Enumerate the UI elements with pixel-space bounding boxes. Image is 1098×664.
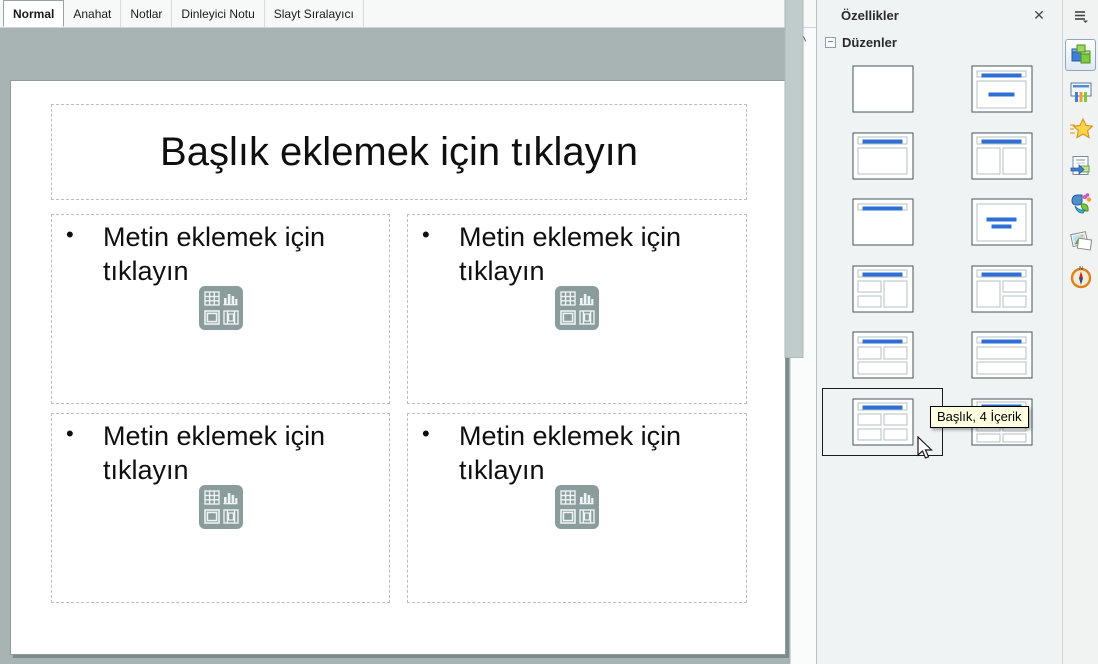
view-tab-bar: NormalAnahatNotlarDinleyici NotuSlayt Sı… xyxy=(0,0,816,28)
close-icon[interactable]: ✕ xyxy=(1030,6,1048,24)
bullet-glyph: • xyxy=(66,420,74,448)
sidebar-tab-master-slides[interactable] xyxy=(1065,150,1096,182)
sidebar-tab-slide-transition[interactable] xyxy=(1065,76,1096,108)
collapse-icon[interactable]: − xyxy=(825,37,836,48)
insert-object-buttons[interactable] xyxy=(555,485,599,534)
content-placeholder-text: Metin eklemek için tıklayın xyxy=(103,222,325,286)
scrollbar-thumb[interactable] xyxy=(785,0,804,358)
panel-title: Özellikler xyxy=(841,8,899,23)
content-placeholder[interactable]: • Metin eklemek için tıklayın xyxy=(407,413,747,603)
layout-thumbnail-5[interactable] xyxy=(823,189,942,256)
master-slides-icon xyxy=(1069,154,1093,178)
layout-thumbnail-1[interactable] xyxy=(823,56,942,123)
layouts-section-header[interactable]: − Düzenler xyxy=(825,35,897,50)
sidebar-tab-animation[interactable] xyxy=(1065,113,1096,145)
slide-workspace: Başlık eklemek için tıklayın • Metin ekle… xyxy=(0,28,790,664)
view-tab-dinleyici-notu[interactable]: Dinleyici Notu xyxy=(172,0,264,27)
layout-thumbnail-3[interactable] xyxy=(823,123,942,190)
content-placeholder[interactable]: • Metin eklemek için tıklayın xyxy=(51,413,390,603)
title-placeholder[interactable]: Başlık eklemek için tıklayın xyxy=(51,104,747,200)
content-placeholder-text: Metin eklemek için tıklayın xyxy=(103,421,325,485)
bullet-glyph: • xyxy=(422,221,430,249)
layout-tooltip: Başlık, 4 İçerik xyxy=(930,406,1029,428)
insert-object-buttons[interactable] xyxy=(199,286,243,335)
bullet-glyph: • xyxy=(422,420,430,448)
layout-thumbnail-10[interactable] xyxy=(942,322,1061,389)
svg-text:N: N xyxy=(1079,266,1083,272)
content-placeholder[interactable]: • Metin eklemek için tıklayın xyxy=(51,214,390,404)
layouts-section-label: Düzenler xyxy=(842,35,897,50)
animation-icon xyxy=(1069,117,1093,141)
mouse-cursor xyxy=(916,436,936,465)
bullet-glyph: • xyxy=(66,221,74,249)
content-placeholder-text: Metin eklemek için tıklayın xyxy=(459,222,681,286)
navigator-icon: N xyxy=(1069,265,1093,289)
view-tab-normal[interactable]: Normal xyxy=(3,0,64,27)
view-tab-slayt-sıralayıcı[interactable]: Slayt Sıralayıcı xyxy=(265,0,364,27)
slide-scrollbar[interactable]: ˄ xyxy=(790,28,816,664)
sidebar-tab-styles[interactable] xyxy=(1065,187,1096,219)
slide-canvas[interactable]: Başlık eklemek için tıklayın • Metin ekle… xyxy=(10,80,786,655)
content-placeholder[interactable]: • Metin eklemek için tıklayın xyxy=(407,214,747,404)
slide-transition-icon xyxy=(1069,80,1093,104)
styles-icon xyxy=(1069,191,1093,215)
properties-panel: Özellikler ✕ − Düzenler xyxy=(816,0,1062,664)
insert-object-buttons[interactable] xyxy=(199,485,243,534)
layout-thumbnail-2[interactable] xyxy=(942,56,1061,123)
sidebar-tab-navigator[interactable]: N xyxy=(1065,261,1096,293)
layout-thumbnail-6[interactable] xyxy=(942,189,1061,256)
insert-object-buttons[interactable] xyxy=(555,286,599,335)
sidebar-menu-icon[interactable] xyxy=(1070,7,1092,25)
layout-thumbnail-8[interactable] xyxy=(942,256,1061,323)
sidebar-tab-strip: N xyxy=(1062,0,1098,664)
layout-thumbnail-9[interactable] xyxy=(823,322,942,389)
properties-icon xyxy=(1069,43,1093,67)
view-tab-anahat[interactable]: Anahat xyxy=(64,0,121,27)
content-placeholder-text: Metin eklemek için tıklayın xyxy=(459,421,681,485)
panel-header: Özellikler ✕ xyxy=(817,0,1062,30)
sidebar-tab-properties[interactable] xyxy=(1065,39,1096,71)
layout-thumbnail-7[interactable] xyxy=(823,256,942,323)
title-placeholder-text: Başlık eklemek için tıklayın xyxy=(160,130,638,175)
layout-thumbnail-4[interactable] xyxy=(942,123,1061,190)
view-tab-notlar[interactable]: Notlar xyxy=(121,0,172,27)
sidebar-tab-gallery[interactable] xyxy=(1065,224,1096,256)
layout-grid xyxy=(823,56,1061,455)
gallery-icon xyxy=(1069,228,1093,252)
